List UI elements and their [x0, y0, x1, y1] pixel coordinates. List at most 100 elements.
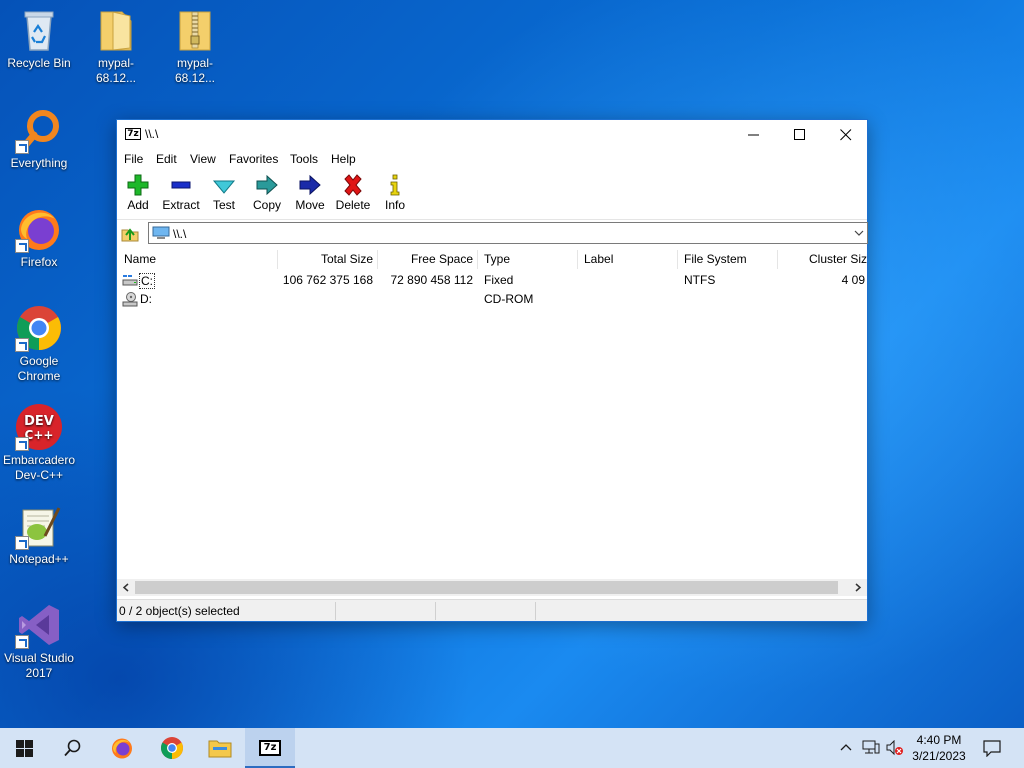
- desktop-icon-notepad-plus-plus[interactable]: Notepad++: [1, 502, 77, 567]
- x-icon: [344, 174, 362, 196]
- plus-icon: [127, 174, 149, 196]
- minimize-button[interactable]: [731, 120, 777, 149]
- scrollbar-thumb[interactable]: [135, 581, 838, 594]
- folder-up-button[interactable]: [121, 224, 139, 242]
- desktop-icon-everything[interactable]: Everything: [1, 106, 77, 171]
- column-divider[interactable]: [477, 250, 478, 269]
- column-free-space[interactable]: Free Space: [379, 251, 473, 269]
- everything-magnifier-icon: [15, 106, 63, 154]
- test-button-label: Test: [212, 198, 235, 212]
- column-cluster-size[interactable]: Cluster Siz: [779, 251, 867, 269]
- network-icon[interactable]: [862, 740, 880, 756]
- delete-button[interactable]: Delete: [330, 173, 376, 212]
- desktop-icon-dev-cpp[interactable]: DEV C++ Embarcadero Dev-C++: [1, 403, 77, 483]
- taskbar-chrome[interactable]: [148, 728, 196, 768]
- desktop-icon-mypal-folder[interactable]: mypal-68.12...: [78, 6, 154, 86]
- drive-name: C:: [139, 273, 155, 289]
- taskbar-firefox[interactable]: [98, 728, 146, 768]
- desktop-icon-label: Notepad++: [9, 552, 69, 566]
- desktop-icon-google-chrome[interactable]: Google Chrome: [1, 304, 77, 384]
- dev-cpp-icon: DEV C++: [15, 403, 63, 451]
- chevron-down-icon[interactable]: [854, 228, 864, 238]
- hard-drive-icon: [122, 275, 138, 286]
- menu-file[interactable]: File: [124, 152, 143, 166]
- volume-muted-icon[interactable]: [886, 740, 904, 756]
- taskbar-7zip[interactable]: 7z: [245, 728, 295, 768]
- 7zip-icon: 7z: [259, 740, 281, 756]
- shortcut-arrow-icon: [15, 239, 29, 253]
- table-row[interactable]: D: CD-ROM: [117, 290, 867, 309]
- chrome-icon: [161, 737, 183, 759]
- column-name[interactable]: Name: [124, 251, 274, 269]
- desktop-icon-mypal-zip[interactable]: mypal-68.12...: [157, 6, 233, 86]
- move-button-label: Move: [295, 198, 325, 212]
- menu-help[interactable]: Help: [331, 152, 356, 166]
- shortcut-arrow-icon: [15, 635, 29, 649]
- column-headers: Name Total Size Free Space Type Label Fi…: [117, 247, 867, 271]
- column-label[interactable]: Label: [584, 251, 674, 269]
- drive-list[interactable]: Name Total Size Free Space Type Label Fi…: [117, 247, 867, 579]
- extract-button[interactable]: Extract: [158, 173, 204, 212]
- shortcut-arrow-icon: [15, 536, 29, 550]
- address-bar: \\.\: [117, 220, 868, 246]
- taskbar-file-explorer[interactable]: [196, 728, 244, 768]
- shortcut-arrow-icon: [15, 338, 29, 352]
- maximize-icon: [794, 129, 805, 140]
- toolbar: Add Extract Test Copy Move Delete Info: [117, 170, 867, 220]
- move-arrow-icon: [299, 174, 321, 196]
- close-icon: [840, 129, 852, 141]
- column-type[interactable]: Type: [484, 251, 574, 269]
- horizontal-scrollbar[interactable]: [117, 579, 867, 596]
- menu-favorites[interactable]: Favorites: [229, 152, 278, 166]
- shortcut-arrow-icon: [15, 140, 29, 154]
- folder-up-icon: [121, 228, 139, 242]
- 7zip-app-icon: 7z: [125, 128, 141, 140]
- minus-icon: [171, 181, 191, 189]
- menu-edit[interactable]: Edit: [156, 152, 177, 166]
- column-file-system[interactable]: File System: [684, 251, 774, 269]
- start-button[interactable]: [0, 728, 48, 768]
- copy-button[interactable]: Copy: [244, 173, 290, 212]
- table-row[interactable]: C: 106 762 375 168 72 890 458 112 Fixed …: [117, 271, 867, 290]
- info-button-label: Info: [384, 198, 405, 212]
- column-divider[interactable]: [577, 250, 578, 269]
- maximize-button[interactable]: [777, 120, 823, 149]
- desktop-icon-firefox[interactable]: Firefox: [1, 205, 77, 270]
- column-divider[interactable]: [777, 250, 778, 269]
- column-divider[interactable]: [377, 250, 378, 269]
- add-button[interactable]: Add: [115, 173, 161, 212]
- chevron-up-icon[interactable]: [840, 742, 852, 754]
- visual-studio-icon: [15, 601, 63, 649]
- move-button[interactable]: Move: [287, 173, 333, 212]
- desktop-icon-label: mypal-68.12...: [174, 56, 216, 85]
- menu-bar: File Edit View Favorites Tools Help: [117, 149, 867, 170]
- drive-type: Fixed: [484, 273, 514, 287]
- desktop-icon-label: mypal-68.12...: [95, 56, 137, 85]
- test-button[interactable]: Test: [201, 173, 247, 212]
- address-combobox[interactable]: \\.\: [148, 222, 868, 244]
- clock[interactable]: 4:40 PM 3/21/2023: [906, 732, 972, 764]
- copy-arrow-icon: [256, 174, 278, 196]
- column-divider[interactable]: [277, 250, 278, 269]
- status-divider: [335, 602, 336, 620]
- desktop-icon-visual-studio-2017[interactable]: Visual Studio 2017: [1, 601, 77, 681]
- chrome-icon: [15, 304, 63, 352]
- title-bar[interactable]: 7z \\.\: [117, 120, 867, 149]
- column-total-size[interactable]: Total Size: [279, 251, 373, 269]
- menu-tools[interactable]: Tools: [290, 152, 318, 166]
- column-divider[interactable]: [677, 250, 678, 269]
- info-button[interactable]: Info: [372, 173, 418, 212]
- drive-cluster-size: 4 09: [841, 273, 865, 287]
- svg-text:DEV: DEV: [24, 414, 54, 429]
- scroll-right-icon[interactable]: [854, 583, 862, 592]
- drive-type: CD-ROM: [484, 292, 534, 306]
- desktop-icon-recycle-bin[interactable]: Recycle Bin: [1, 6, 77, 71]
- scroll-left-icon[interactable]: [122, 583, 130, 592]
- search-button[interactable]: [48, 728, 96, 768]
- taskbar: 7z 4:40 PM 3/21/2023: [0, 728, 1024, 768]
- notification-icon[interactable]: [983, 740, 1001, 757]
- menu-view[interactable]: View: [190, 152, 216, 166]
- window-title: \\.\: [145, 127, 159, 141]
- status-bar: 0 / 2 object(s) selected: [117, 599, 867, 621]
- close-button[interactable]: [823, 120, 869, 149]
